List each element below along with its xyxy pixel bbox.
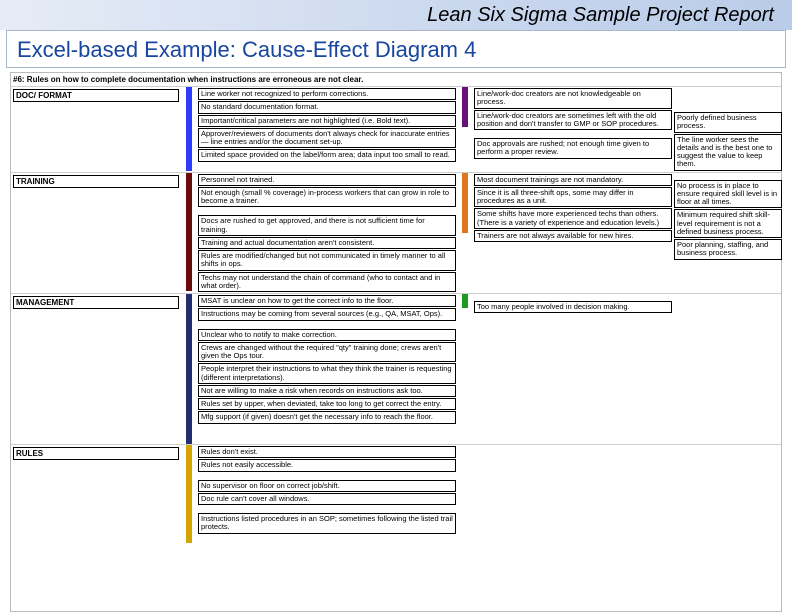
management-col1: MSAT is unclear on how to get the correc… (197, 294, 457, 425)
page-subtitle: Excel-based Example: Cause-Effect Diagra… (7, 31, 785, 69)
table-row: Rules are modified/changed but not commu… (198, 250, 456, 271)
table-row: Poorly defined business process. (674, 112, 782, 133)
training-branch (462, 173, 468, 233)
table-row: Limited space provided on the label/form… (198, 149, 456, 161)
table-row: Rules not easily accessible. (198, 459, 456, 471)
management-branch (462, 294, 468, 308)
rules-col1: Rules don't exist. Rules not easily acce… (197, 445, 457, 535)
training-col1: Personnel not trained. Not enough (small… (197, 173, 457, 294)
table-row: Line/work-doc creators are sometimes lef… (474, 110, 672, 131)
cat-rules-label: RULES (13, 447, 179, 460)
table-row: Important/critical parameters are not hi… (198, 115, 456, 127)
doc-format-col3: Poorly defined business process. The lin… (673, 87, 783, 172)
table-row: The line worker sees the details and is … (674, 134, 782, 171)
management-spine (186, 294, 192, 444)
table-row: Not enough (small % coverage) in-process… (198, 187, 456, 208)
table-row: Minimum required shift skill-level requi… (674, 209, 782, 238)
table-row: Unclear who to notify to make correction… (198, 329, 456, 341)
doc-format-col1: Line worker not recognized to perform co… (197, 87, 457, 163)
table-row: Poor planning, staffing, and business pr… (674, 239, 782, 260)
cat-doc-format-label: DOC/ FORMAT (13, 89, 179, 102)
table-row: Techs may not understand the chain of co… (198, 272, 456, 293)
training-highlight: Most document trainings are not mandator… (474, 174, 672, 186)
training-block: TRAINING Personnel not trained. Not enou… (11, 173, 781, 295)
page: Lean Six Sigma Sample Project Report Exc… (0, 0, 792, 612)
table-row: Docs are rushed to get approved, and the… (198, 215, 456, 236)
table-row: Too many people involved in decision mak… (474, 301, 672, 313)
table-row: Line/work-doc creators are not knowledge… (474, 88, 672, 109)
table-row: Instructions listed procedures in an SOP… (198, 513, 456, 534)
problem-row: #6: Rules on how to complete documentati… (11, 73, 781, 87)
table-row: Line worker not recognized to perform co… (198, 88, 456, 100)
table-row: Trainers are not always available for ne… (474, 230, 672, 242)
doc-format-block: DOC/ FORMAT Line worker not recognized t… (11, 87, 781, 173)
rules-spine (186, 445, 192, 543)
management-block: MANAGEMENT MSAT is unclear on how to get… (11, 294, 781, 445)
table-row: Training and actual documentation aren't… (198, 237, 456, 249)
table-row: Since it is all three-shift ops, some ma… (474, 187, 672, 208)
table-row: Personnel not trained. (198, 174, 456, 186)
training-col3: No process is in place to ensure require… (673, 173, 783, 261)
document-title: Lean Six Sigma Sample Project Report (0, 4, 774, 27)
problem-statement: #6: Rules on how to complete documentati… (11, 73, 781, 86)
rules-block: RULES Rules don't exist. Rules not easil… (11, 445, 781, 543)
table-row: Rules don't exist. (198, 446, 456, 458)
cause-effect-sheet: #6: Rules on how to complete documentati… (10, 72, 782, 612)
doc-format-col2: Line/work-doc creators are not knowledge… (473, 87, 673, 160)
table-row: Doc approvals are rushed; not enough tim… (474, 138, 672, 159)
table-row: Rules set by upper, when deviated, take … (198, 398, 456, 410)
table-row: Mfg support (if given) doesn't get the n… (198, 411, 456, 423)
doc-format-branch (462, 87, 468, 127)
management-col2: Too many people involved in decision mak… (473, 294, 673, 314)
table-row: No standard documentation format. (198, 101, 456, 113)
training-spine (186, 173, 192, 291)
cat-training-label: TRAINING (13, 175, 179, 188)
table-row: Doc rule can't cover all windows. (198, 493, 456, 505)
table-row: Approver/reviewers of documents don't al… (198, 128, 456, 149)
training-col2: Most document trainings are not mandator… (473, 173, 673, 244)
table-row: Instructions may be coming from several … (198, 308, 456, 320)
table-row: Not are willing to make a risk when reco… (198, 385, 456, 397)
table-row: MSAT is unclear on how to get the correc… (198, 295, 456, 307)
subtitle-box: Excel-based Example: Cause-Effect Diagra… (6, 30, 786, 68)
table-row: No process is in place to ensure require… (674, 180, 782, 209)
cat-management-label: MANAGEMENT (13, 296, 179, 309)
table-row: Some shifts have more experienced techs … (474, 208, 672, 229)
table-row: Crews are changed without the required "… (198, 342, 456, 363)
table-row: No supervisor on floor on correct job/sh… (198, 480, 456, 492)
table-row: People interpret their instructions to w… (198, 363, 456, 384)
doc-format-spine (186, 87, 192, 171)
